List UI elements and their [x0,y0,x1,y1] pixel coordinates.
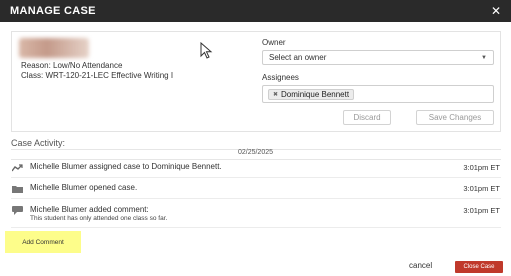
student-name-redacted [19,38,89,58]
owner-label: Owner [262,38,286,47]
assignee-chip: ✖ Dominique Bennett [268,89,355,100]
divider [11,198,501,199]
trend-icon [12,163,23,172]
add-comment-button[interactable]: Add Comment [5,231,81,253]
case-class: Class: WRT-120-21-LEC Effective Writing … [21,71,174,80]
owner-select[interactable]: Select an owner ▼ [262,50,494,65]
caret-down-icon: ▼ [481,54,487,61]
assignee-chip-label: Dominique Bennett [281,90,350,99]
comment-body: This student has only attended one class… [30,215,168,222]
activity-time: 3:01pm ET [463,206,500,215]
case-reason: Reason: Low/No Attendance [21,61,123,70]
mouse-cursor-icon [200,42,213,59]
modal-title: MANAGE CASE [10,5,96,17]
save-changes-button[interactable]: Save Changes [416,110,494,125]
activity-text: Michelle Blumer added comment: [30,205,149,214]
activity-text: Michelle Blumer assigned case to Dominiq… [30,162,222,171]
activity-time: 3:01pm ET [463,163,500,172]
case-details-panel: Reason: Low/No Attendance Class: WRT-120… [11,31,501,132]
remove-chip-icon[interactable]: ✖ [273,91,278,98]
comment-icon [12,206,23,215]
assignees-label: Assignees [262,73,299,82]
cancel-link[interactable]: cancel [409,261,432,270]
activity-text: Michelle Blumer opened case. [30,183,138,192]
discard-button[interactable]: Discard [343,110,391,125]
close-icon[interactable]: ✕ [489,4,503,18]
assignees-field[interactable]: ✖ Dominique Bennett [262,85,494,103]
divider [11,159,501,160]
activity-date: 02/25/2025 [237,149,274,156]
divider [11,227,501,228]
owner-select-placeholder: Select an owner [269,53,327,62]
folder-icon [12,184,23,193]
divider [11,177,501,178]
activity-time: 3:01pm ET [463,184,500,193]
case-activity-title: Case Activity: [11,138,66,148]
close-case-button[interactable]: Close Case [455,261,503,273]
manage-case-modal: MANAGE CASE ✕ Reason: Low/No Attendance … [0,0,511,276]
modal-header: MANAGE CASE ✕ [0,0,511,22]
